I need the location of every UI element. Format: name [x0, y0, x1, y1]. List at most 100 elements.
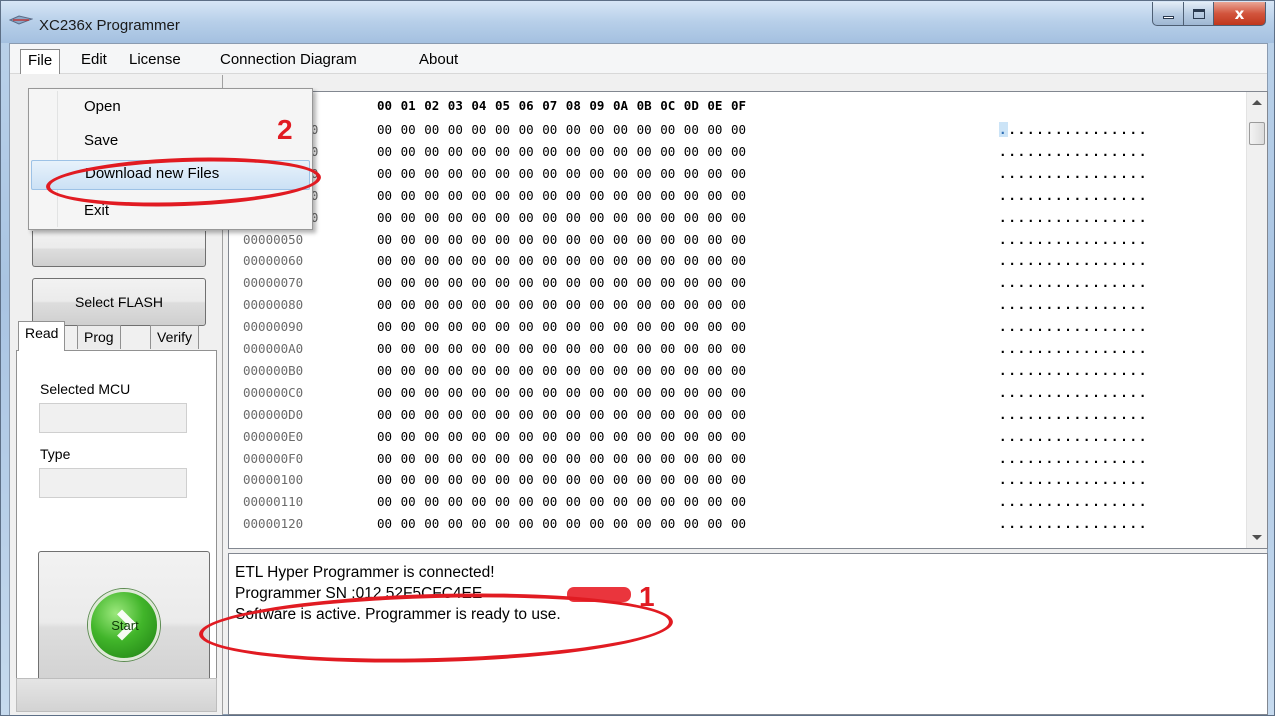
hex-byte[interactable]: 00	[613, 363, 628, 378]
hex-byte[interactable]: 00	[589, 451, 604, 466]
hex-byte[interactable]: 00	[589, 385, 604, 400]
hex-byte[interactable]: 00	[424, 210, 439, 225]
hex-byte[interactable]: 00	[377, 319, 392, 334]
hex-byte[interactable]: 00	[731, 144, 746, 159]
menu-about[interactable]: About	[412, 49, 465, 71]
hex-byte[interactable]: 00	[613, 122, 628, 137]
hex-byte[interactable]: 00	[613, 210, 628, 225]
hex-byte[interactable]: 00	[660, 451, 675, 466]
hex-byte[interactable]: 00	[684, 144, 699, 159]
hex-byte[interactable]: 00	[424, 516, 439, 531]
hex-byte[interactable]: 00	[448, 122, 463, 137]
hex-byte[interactable]: 00	[660, 407, 675, 422]
hex-byte[interactable]: 00	[495, 494, 510, 509]
hex-byte[interactable]: 00	[660, 210, 675, 225]
hex-byte[interactable]: 00	[589, 494, 604, 509]
select-mcu-button[interactable]	[32, 231, 206, 267]
hex-byte[interactable]: 00	[424, 232, 439, 247]
hex-byte[interactable]: 00	[542, 275, 557, 290]
hex-ascii[interactable]: ................	[999, 232, 1148, 247]
hex-byte[interactable]: 00	[448, 363, 463, 378]
hex-byte[interactable]: 00	[471, 188, 486, 203]
hex-byte[interactable]: 00	[495, 297, 510, 312]
hex-byte[interactable]: 00	[519, 275, 534, 290]
hex-byte[interactable]: 00	[613, 253, 628, 268]
hex-byte[interactable]: 00	[377, 210, 392, 225]
hex-ascii[interactable]: ................	[999, 341, 1148, 356]
hex-byte[interactable]: 00	[613, 319, 628, 334]
hex-byte[interactable]: 00	[660, 385, 675, 400]
hex-byte[interactable]: 00	[495, 472, 510, 487]
hex-byte[interactable]: 00	[542, 516, 557, 531]
hex-byte[interactable]: 00	[566, 297, 581, 312]
hex-byte[interactable]: 00	[519, 319, 534, 334]
hex-byte[interactable]: 00	[589, 188, 604, 203]
hex-byte[interactable]: 00	[471, 494, 486, 509]
hex-byte[interactable]: 00	[542, 319, 557, 334]
hex-byte[interactable]: 00	[519, 122, 534, 137]
hex-byte[interactable]: 00	[589, 144, 604, 159]
menu-license[interactable]: License	[122, 49, 188, 71]
hex-byte[interactable]: 00	[566, 341, 581, 356]
hex-byte[interactable]: 00	[542, 341, 557, 356]
hex-byte[interactable]: 00	[519, 494, 534, 509]
menu-file[interactable]: File	[20, 49, 61, 74]
hex-byte[interactable]: 00	[707, 166, 722, 181]
hex-byte[interactable]: 00	[707, 275, 722, 290]
hex-byte[interactable]: 00	[377, 363, 392, 378]
hex-byte[interactable]: 00	[424, 319, 439, 334]
hex-byte[interactable]: 00	[519, 253, 534, 268]
hex-byte[interactable]: 00	[519, 188, 534, 203]
hex-byte[interactable]: 00	[684, 429, 699, 444]
hex-byte[interactable]: 00	[448, 385, 463, 400]
scroll-up-icon[interactable]	[1252, 100, 1262, 105]
hex-byte[interactable]: 00	[377, 166, 392, 181]
tab-prog[interactable]: Prog	[77, 325, 121, 349]
hex-byte[interactable]: 00	[401, 494, 416, 509]
hex-ascii[interactable]: ................	[999, 275, 1148, 290]
hex-byte[interactable]: 00	[542, 472, 557, 487]
hex-byte[interactable]: 00	[424, 122, 439, 137]
hex-byte[interactable]: 00	[448, 451, 463, 466]
hex-byte[interactable]: 00	[731, 407, 746, 422]
hex-byte[interactable]: 00	[637, 385, 652, 400]
tab-verify[interactable]: Verify	[150, 325, 200, 349]
hex-byte[interactable]: 00	[471, 297, 486, 312]
hex-byte[interactable]: 00	[589, 122, 604, 137]
hex-byte[interactable]: 00	[613, 494, 628, 509]
hex-byte[interactable]: 00	[542, 407, 557, 422]
hex-byte[interactable]: 00	[684, 494, 699, 509]
hex-byte[interactable]: 00	[707, 341, 722, 356]
hex-byte[interactable]: 00	[589, 210, 604, 225]
hex-byte[interactable]: 00	[731, 166, 746, 181]
hex-byte[interactable]: 00	[401, 319, 416, 334]
hex-byte[interactable]: 00	[495, 253, 510, 268]
hex-byte[interactable]: 00	[448, 253, 463, 268]
hex-byte[interactable]: 00	[660, 122, 675, 137]
hex-byte[interactable]: 00	[495, 188, 510, 203]
hex-byte[interactable]: 00	[377, 407, 392, 422]
hex-ascii[interactable]: ................	[999, 253, 1148, 268]
hex-byte[interactable]: 00	[731, 210, 746, 225]
hex-byte[interactable]: 00	[471, 363, 486, 378]
hex-byte[interactable]: 00	[424, 451, 439, 466]
hex-byte[interactable]: 00	[424, 363, 439, 378]
scroll-down-icon[interactable]	[1252, 535, 1262, 540]
hex-byte[interactable]: 00	[684, 297, 699, 312]
hex-byte[interactable]: 00	[377, 232, 392, 247]
hex-byte[interactable]: 00	[377, 472, 392, 487]
hex-byte[interactable]: 00	[495, 451, 510, 466]
hex-byte[interactable]: 00	[542, 122, 557, 137]
hex-ascii[interactable]: ................	[999, 144, 1148, 159]
hex-byte[interactable]: 00	[660, 494, 675, 509]
hex-byte[interactable]: 00	[589, 341, 604, 356]
hex-ascii[interactable]: ................	[999, 472, 1148, 487]
hex-byte[interactable]: 00	[471, 144, 486, 159]
hex-byte[interactable]: 00	[613, 144, 628, 159]
hex-ascii[interactable]: ................	[999, 385, 1148, 400]
hex-byte[interactable]: 00	[684, 385, 699, 400]
hex-ascii[interactable]: ................	[999, 210, 1148, 225]
hex-byte[interactable]: 00	[613, 407, 628, 422]
hex-byte[interactable]: 00	[424, 144, 439, 159]
hex-byte[interactable]: 00	[589, 319, 604, 334]
